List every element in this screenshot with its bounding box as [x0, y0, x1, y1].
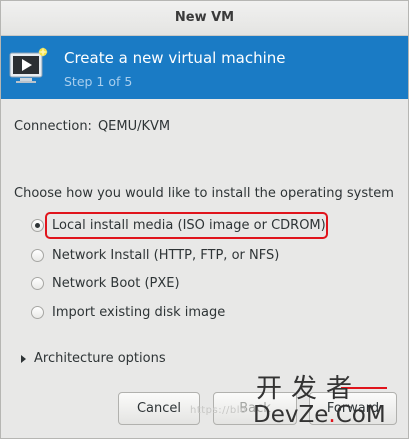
radio-network-install[interactable]: Network Install (HTTP, FTP, or NFS) — [31, 245, 279, 265]
radio-indicator[interactable] — [31, 218, 44, 232]
watermark-brand-part: CoM — [335, 402, 386, 428]
watermark-brand-part: DevZe — [253, 402, 329, 428]
install-method-prompt: Choose how you would like to install the… — [14, 186, 394, 201]
radio-import-disk-image[interactable]: Import existing disk image — [31, 302, 225, 322]
watermark-url: https://blo — [190, 405, 247, 416]
step-indicator: Step 1 of 5 — [64, 74, 133, 89]
watermark-brand-bottom: DevZe.CoM — [253, 402, 386, 428]
red-highlight-box — [45, 212, 328, 239]
radio-indicator[interactable] — [31, 248, 44, 262]
radio-label[interactable]: Network Install (HTTP, FTP, or NFS) — [52, 248, 279, 263]
connection-label: Connection: — [14, 119, 92, 134]
watermark-brand-dot: . — [328, 402, 336, 428]
radio-label[interactable]: Network Boot (PXE) — [52, 276, 180, 291]
radio-indicator[interactable] — [31, 276, 44, 290]
expander-label[interactable]: Architecture options — [34, 351, 166, 366]
radio-label[interactable]: Import existing disk image — [52, 305, 225, 320]
radio-network-boot[interactable]: Network Boot (PXE) — [31, 273, 180, 293]
header-banner: Create a new virtual machine Step 1 of 5 — [1, 36, 408, 99]
connection-info: Connection: QEMU/KVM — [14, 119, 170, 134]
radio-indicator[interactable] — [31, 305, 44, 319]
architecture-options-expander[interactable]: Architecture options — [21, 351, 166, 366]
window-title: New VM — [1, 1, 408, 36]
banner-title: Create a new virtual machine — [64, 49, 286, 67]
new-vm-dialog: New VM Create a new virtual machine Step… — [0, 0, 409, 439]
cancel-button[interactable]: Cancel — [118, 392, 200, 425]
vm-monitor-icon — [9, 47, 48, 83]
expander-arrow-icon[interactable] — [21, 354, 26, 363]
connection-value: QEMU/KVM — [97, 119, 171, 134]
watermark-brand-top: 开发者 — [256, 374, 362, 404]
